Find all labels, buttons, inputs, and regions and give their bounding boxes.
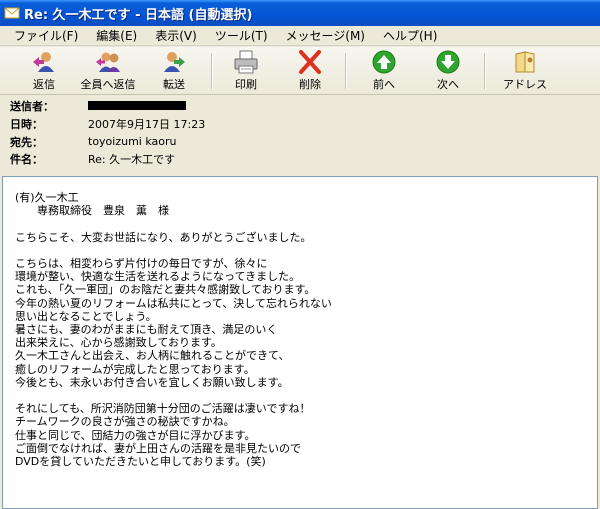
menu-message[interactable]: メッセージ(M) [276,27,373,44]
menu-edit[interactable]: 編集(E) [86,27,145,44]
reply-all-icon [96,52,120,72]
date-label: 日時： [10,117,43,131]
menu-view[interactable]: 表示(V) [145,27,205,44]
arrow-up-icon [372,50,396,74]
subject-row: 件名： Re: 久一木工です [10,150,175,167]
menu-file[interactable]: ファイル(F) [4,27,86,44]
to-label: 宛先： [10,135,43,149]
delete-x-icon [299,50,321,74]
addresses-label: アドレス [503,78,547,91]
date-row: 日時： 2007年9月17日 17:23 [10,115,205,132]
mail-envelope-icon [4,7,20,19]
title-bar[interactable]: Re: 久一木工です - 日本語 (自動選択) [0,0,600,26]
reply-all-button[interactable]: 全員へ返信 [76,49,140,93]
to-row: 宛先： toyoizumi kaoru [10,133,177,150]
print-label: 印刷 [235,78,257,91]
reply-button[interactable]: 返信 [22,49,66,93]
delete-button[interactable]: 削除 [288,49,332,93]
subject-label: 件名： [10,152,43,166]
redacted-sender [88,101,186,110]
subject-value: Re: 久一木工です [88,152,176,166]
toolbar: 返信 全員へ返信 転送 印刷 削除 前へ 次へ アドレス [0,47,600,95]
address-book-button[interactable]: アドレス [498,49,552,93]
previous-button[interactable]: 前へ [362,49,406,93]
menu-help[interactable]: ヘルプ(H) [373,27,445,44]
delete-label: 削除 [299,78,321,91]
date-value: 2007年9月17日 17:23 [88,117,206,131]
forward-label: 転送 [163,78,185,91]
message-body-pane[interactable]: (有)久一木工 専務取締役 豊泉 薫 様 こちらこそ、大変お世話になり、ありがと… [2,176,598,509]
forward-icon [164,52,185,72]
menu-tools[interactable]: ツール(T) [205,27,276,44]
to-value[interactable]: toyoizumi kaoru [88,135,177,148]
print-button[interactable]: 印刷 [224,49,268,93]
toolbar-separator [345,53,347,89]
printer-icon [234,50,258,74]
forward-button[interactable]: 転送 [152,49,196,93]
next-button[interactable]: 次へ [426,49,470,93]
window-title: Re: 久一木工です - 日本語 (自動選択) [24,7,253,23]
toolbar-separator [484,53,486,89]
from-row: 送信者： [10,97,186,114]
toolbar-separator [211,53,213,89]
next-label: 次へ [437,78,459,91]
message-body-text[interactable]: (有)久一木工 専務取締役 豊泉 薫 様 こちらこそ、大変お世話になり、ありがと… [15,191,332,468]
message-header: 送信者： 日時： 2007年9月17日 17:23 宛先： toyoizumi … [0,96,600,170]
reply-icon [33,52,54,72]
previous-label: 前へ [373,78,395,91]
from-label: 送信者： [10,99,54,113]
arrow-down-icon [436,50,460,74]
menu-bar: ファイル(F) 編集(E) 表示(V) ツール(T) メッセージ(M) ヘルプ(… [0,26,600,46]
address-book-icon [515,51,535,73]
reply-all-label: 全員へ返信 [80,78,136,91]
reply-label: 返信 [33,78,55,91]
